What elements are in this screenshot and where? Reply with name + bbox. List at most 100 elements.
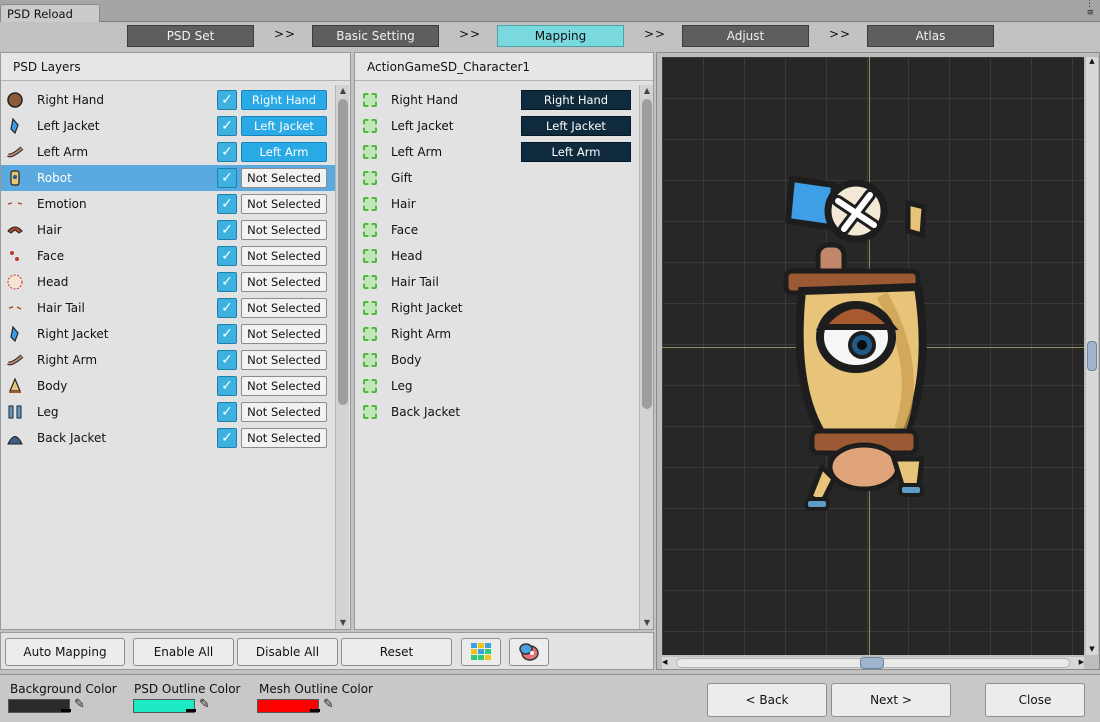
- character-preview-button[interactable]: [509, 638, 549, 666]
- psd-layer-row[interactable]: Hair ✓ Not Selected: [1, 217, 335, 243]
- psd-layer-row[interactable]: Left Jacket ✓ Left Jacket: [1, 113, 335, 139]
- mesh-outline-color-swatch[interactable]: [257, 699, 320, 713]
- psd-layer-row[interactable]: Right Jacket ✓ Not Selected: [1, 321, 335, 347]
- scroll-thumb[interactable]: [1087, 341, 1097, 371]
- eyedropper-icon[interactable]: ✎: [323, 697, 334, 712]
- scroll-right-icon[interactable]: ▶: [1074, 658, 1084, 666]
- scroll-up-icon[interactable]: ▲: [640, 85, 654, 97]
- step-adjust[interactable]: Adjust: [682, 25, 809, 47]
- psd-outline-color-swatch[interactable]: [133, 699, 196, 713]
- eyedropper-icon[interactable]: ✎: [74, 697, 85, 712]
- step-mapping[interactable]: Mapping: [497, 25, 624, 47]
- window-title-tab[interactable]: PSD Reload: [0, 4, 100, 22]
- eyedropper-icon[interactable]: ✎: [199, 697, 210, 712]
- layer-enabled-checkbox[interactable]: ✓: [217, 350, 237, 370]
- canvas-hscrollbar[interactable]: ◀ ▶: [662, 657, 1084, 669]
- layer-enabled-checkbox[interactable]: ✓: [217, 246, 237, 266]
- layer-enabled-checkbox[interactable]: ✓: [217, 168, 237, 188]
- mesh-mapped-layer[interactable]: Left Arm: [521, 142, 631, 162]
- psd-layer-row[interactable]: Left Arm ✓ Left Arm: [1, 139, 335, 165]
- psd-layer-row[interactable]: Right Hand ✓ Right Hand: [1, 87, 335, 113]
- layer-enabled-checkbox[interactable]: ✓: [217, 298, 237, 318]
- mesh-row[interactable]: Left Jacket Left Jacket: [355, 113, 639, 139]
- layer-mapping-dropdown[interactable]: Not Selected: [241, 350, 327, 370]
- step-arrow: >>: [459, 27, 482, 41]
- psd-layer-row[interactable]: Right Arm ✓ Not Selected: [1, 347, 335, 373]
- layer-enabled-checkbox[interactable]: ✓: [217, 272, 237, 292]
- psd-layer-row[interactable]: Face ✓ Not Selected: [1, 243, 335, 269]
- reset-button[interactable]: Reset: [341, 638, 452, 666]
- psd-layer-row[interactable]: Head ✓ Not Selected: [1, 269, 335, 295]
- layer-enabled-checkbox[interactable]: ✓: [217, 142, 237, 162]
- layer-enabled-checkbox[interactable]: ✓: [217, 428, 237, 448]
- canvas-vscrollbar[interactable]: ▲ ▼: [1086, 57, 1098, 655]
- scroll-down-icon[interactable]: ▼: [336, 617, 350, 629]
- auto-mapping-button[interactable]: Auto Mapping: [5, 638, 125, 666]
- close-button[interactable]: Close: [985, 683, 1085, 717]
- layer-mapping-dropdown[interactable]: Not Selected: [241, 194, 327, 214]
- mesh-row[interactable]: Right Arm: [355, 321, 639, 347]
- scroll-thumb[interactable]: [860, 657, 884, 669]
- layer-mapping-dropdown[interactable]: Not Selected: [241, 324, 327, 344]
- layer-mapping-dropdown[interactable]: Not Selected: [241, 246, 327, 266]
- mesh-mapped-layer[interactable]: Right Hand: [521, 90, 631, 110]
- body-sprite-icon: [6, 377, 24, 395]
- scroll-up-icon[interactable]: ▲: [336, 85, 350, 97]
- background-color-swatch[interactable]: [8, 699, 71, 713]
- mesh-row[interactable]: Leg: [355, 373, 639, 399]
- mesh-row[interactable]: Right Jacket: [355, 295, 639, 321]
- mesh-row[interactable]: Hair Tail: [355, 269, 639, 295]
- layer-mapping-dropdown[interactable]: Not Selected: [241, 272, 327, 292]
- scroll-up-icon[interactable]: ▲: [1087, 57, 1097, 67]
- layer-enabled-checkbox[interactable]: ✓: [217, 324, 237, 344]
- layer-enabled-checkbox[interactable]: ✓: [217, 220, 237, 240]
- disable-all-button[interactable]: Disable All: [237, 638, 338, 666]
- next-button[interactable]: Next >: [831, 683, 951, 717]
- psd-layer-row[interactable]: Hair Tail ✓ Not Selected: [1, 295, 335, 321]
- layer-mapping-dropdown[interactable]: Not Selected: [241, 428, 327, 448]
- psd-layer-row[interactable]: Emotion ✓ Not Selected: [1, 191, 335, 217]
- mesh-row[interactable]: Body: [355, 347, 639, 373]
- layer-mapping-dropdown[interactable]: Not Selected: [241, 168, 327, 188]
- step-psd-set[interactable]: PSD Set: [127, 25, 254, 47]
- layer-enabled-checkbox[interactable]: ✓: [217, 116, 237, 136]
- psd-layer-scrollbar[interactable]: ▲ ▼: [335, 85, 349, 629]
- layer-mapping-dropdown[interactable]: Left Arm: [241, 142, 327, 162]
- mesh-row[interactable]: Back Jacket: [355, 399, 639, 425]
- enable-all-button[interactable]: Enable All: [133, 638, 234, 666]
- scroll-left-icon[interactable]: ◀: [662, 658, 672, 666]
- scroll-thumb[interactable]: [642, 99, 652, 409]
- preview-canvas[interactable]: [662, 57, 1084, 655]
- scroll-down-icon[interactable]: ▼: [640, 617, 654, 629]
- step-basic-setting[interactable]: Basic Setting: [312, 25, 439, 47]
- psd-layer-row[interactable]: Back Jacket ✓ Not Selected: [1, 425, 335, 451]
- back-button[interactable]: < Back: [707, 683, 827, 717]
- layer-mapping-dropdown[interactable]: Right Hand: [241, 90, 327, 110]
- layer-mapping-dropdown[interactable]: Not Selected: [241, 402, 327, 422]
- layer-mapping-dropdown[interactable]: Not Selected: [241, 298, 327, 318]
- layer-enabled-checkbox[interactable]: ✓: [217, 402, 237, 422]
- psd-layer-row[interactable]: Leg ✓ Not Selected: [1, 399, 335, 425]
- mesh-row[interactable]: Face: [355, 217, 639, 243]
- layer-enabled-checkbox[interactable]: ✓: [217, 376, 237, 396]
- step-atlas[interactable]: Atlas: [867, 25, 994, 47]
- scroll-down-icon[interactable]: ▼: [1087, 645, 1097, 655]
- layer-enabled-checkbox[interactable]: ✓: [217, 90, 237, 110]
- mesh-row[interactable]: Hair: [355, 191, 639, 217]
- mesh-row[interactable]: Gift: [355, 165, 639, 191]
- mesh-row[interactable]: Head: [355, 243, 639, 269]
- psd-layer-row[interactable]: Robot ✓ Not Selected: [1, 165, 335, 191]
- window-menu-icon[interactable]: ⋮ ≡: [1070, 0, 1094, 22]
- preview-viewport[interactable]: ▲ ▼ ◀ ▶: [656, 52, 1100, 670]
- layer-enabled-checkbox[interactable]: ✓: [217, 194, 237, 214]
- scroll-thumb[interactable]: [338, 99, 348, 405]
- layer-mapping-dropdown[interactable]: Left Jacket: [241, 116, 327, 136]
- mesh-row[interactable]: Left Arm Left Arm: [355, 139, 639, 165]
- psd-layer-row[interactable]: Body ✓ Not Selected: [1, 373, 335, 399]
- mesh-scrollbar[interactable]: ▲ ▼: [639, 85, 653, 629]
- layer-mapping-dropdown[interactable]: Not Selected: [241, 376, 327, 396]
- mesh-row[interactable]: Right Hand Right Hand: [355, 87, 639, 113]
- grid-view-button[interactable]: [461, 638, 501, 666]
- layer-mapping-dropdown[interactable]: Not Selected: [241, 220, 327, 240]
- mesh-mapped-layer[interactable]: Left Jacket: [521, 116, 631, 136]
